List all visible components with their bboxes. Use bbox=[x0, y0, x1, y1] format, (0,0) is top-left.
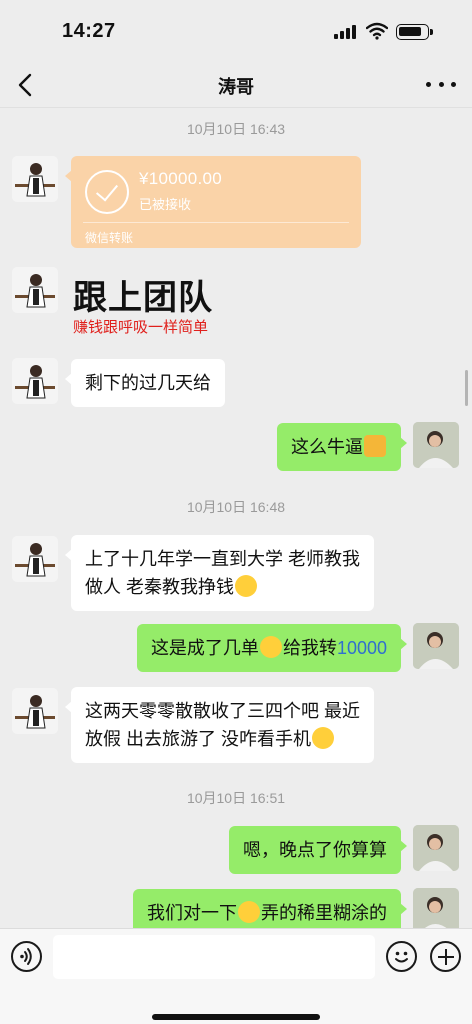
laugh-cry-emoji-icon bbox=[259, 636, 282, 658]
thumbs-up-emoji-icon bbox=[364, 435, 386, 457]
transfer-amount: ¥10000.00 bbox=[139, 169, 223, 188]
grin-emoji-icon bbox=[235, 575, 258, 597]
emoji-smile-icon[interactable] bbox=[386, 941, 417, 972]
more-dots-icon[interactable] bbox=[426, 72, 456, 96]
message-text: 这么牛逼 bbox=[291, 437, 363, 457]
message-bubble[interactable]: 这么牛逼 bbox=[277, 423, 407, 471]
contact-avatar[interactable] bbox=[12, 688, 58, 734]
nav-bar: 涛哥 bbox=[0, 62, 472, 108]
contact-avatar[interactable] bbox=[12, 358, 58, 404]
input-bar bbox=[0, 928, 472, 1024]
contact-avatar[interactable] bbox=[12, 267, 58, 313]
transfer-card[interactable]: ¥10000.00 已被接收 微信转账 bbox=[65, 156, 361, 248]
message-text: 这是成了几单 bbox=[150, 638, 259, 658]
timestamp: 10月10日 16:43 bbox=[186, 121, 286, 137]
message-bubble[interactable]: 嗯，晚点了你算算 bbox=[229, 826, 407, 874]
message-text: 剩下的过几天给 bbox=[85, 373, 211, 393]
contact-avatar[interactable] bbox=[12, 536, 58, 582]
promo-title: 跟上团队 bbox=[73, 279, 213, 317]
chat-title: 涛哥 bbox=[218, 77, 254, 97]
message-bubble[interactable]: 上了十几年学一直到大学 老师教我 做人 老秦教我挣钱 bbox=[65, 535, 374, 611]
scrollbar[interactable] bbox=[465, 370, 468, 406]
message-text: 嗯，晚点了你算算 bbox=[243, 840, 387, 860]
message-bubble[interactable]: 剩下的过几天给 bbox=[65, 359, 225, 407]
battery-icon bbox=[396, 24, 433, 40]
contact-avatar[interactable] bbox=[12, 156, 58, 202]
message-text: 放假 出去旅游了 没咋看手机 bbox=[85, 729, 312, 749]
chat-screen: 14:27 涛哥 10月10日 16:43 ¥10000.00 已被接收 微信转… bbox=[0, 0, 472, 1024]
my-avatar[interactable] bbox=[413, 623, 459, 669]
message-bubble[interactable]: 我们对一下 弄的稀里糊涂的 bbox=[133, 889, 407, 930]
status-bar: 14:27 bbox=[0, 0, 472, 62]
message-text: 做人 老秦教我挣钱 bbox=[85, 577, 235, 597]
message-text: 上了十几年学一直到大学 老师教我 bbox=[85, 549, 360, 569]
laugh-cry-emoji-icon bbox=[312, 727, 335, 749]
my-avatar[interactable] bbox=[413, 888, 459, 930]
home-indicator[interactable] bbox=[152, 1014, 320, 1020]
transfer-status: 已被接收 bbox=[139, 197, 192, 212]
message-text: 弄的稀里糊涂的 bbox=[261, 903, 387, 923]
message-text: 这两天零零散散收了三四个吧 最近 bbox=[85, 701, 360, 721]
timestamp: 10月10日 16:51 bbox=[186, 790, 286, 806]
laugh-cry-emoji-icon bbox=[238, 901, 260, 923]
cellular-signal-icon bbox=[334, 25, 356, 39]
transfer-received-check-icon bbox=[85, 170, 129, 214]
amount-link[interactable]: 10000 bbox=[337, 638, 387, 658]
wifi-icon bbox=[366, 22, 388, 40]
voice-icon[interactable] bbox=[11, 941, 42, 972]
message-text: 我们对一下 bbox=[147, 903, 237, 923]
my-avatar[interactable] bbox=[413, 825, 459, 871]
transfer-label: 微信转账 bbox=[85, 231, 134, 245]
timestamp: 10月10日 16:48 bbox=[186, 499, 286, 515]
status-time: 14:27 bbox=[62, 20, 116, 42]
message-bubble[interactable]: 这两天零零散散收了三四个吧 最近 放假 出去旅游了 没咋看手机 bbox=[65, 687, 374, 763]
plus-icon[interactable] bbox=[430, 941, 461, 972]
my-avatar[interactable] bbox=[413, 422, 459, 468]
transfer-divider bbox=[83, 222, 349, 223]
message-text: 给我转 bbox=[282, 638, 337, 658]
message-input[interactable] bbox=[53, 935, 375, 979]
message-bubble[interactable]: 这是成了几单 给我转10000 bbox=[136, 624, 408, 672]
message-list[interactable]: 10月10日 16:43 ¥10000.00 已被接收 微信转账 跟上团队 赚钱… bbox=[0, 108, 472, 930]
promo-subtitle: 赚钱跟呼吸一样简单 bbox=[73, 319, 209, 336]
